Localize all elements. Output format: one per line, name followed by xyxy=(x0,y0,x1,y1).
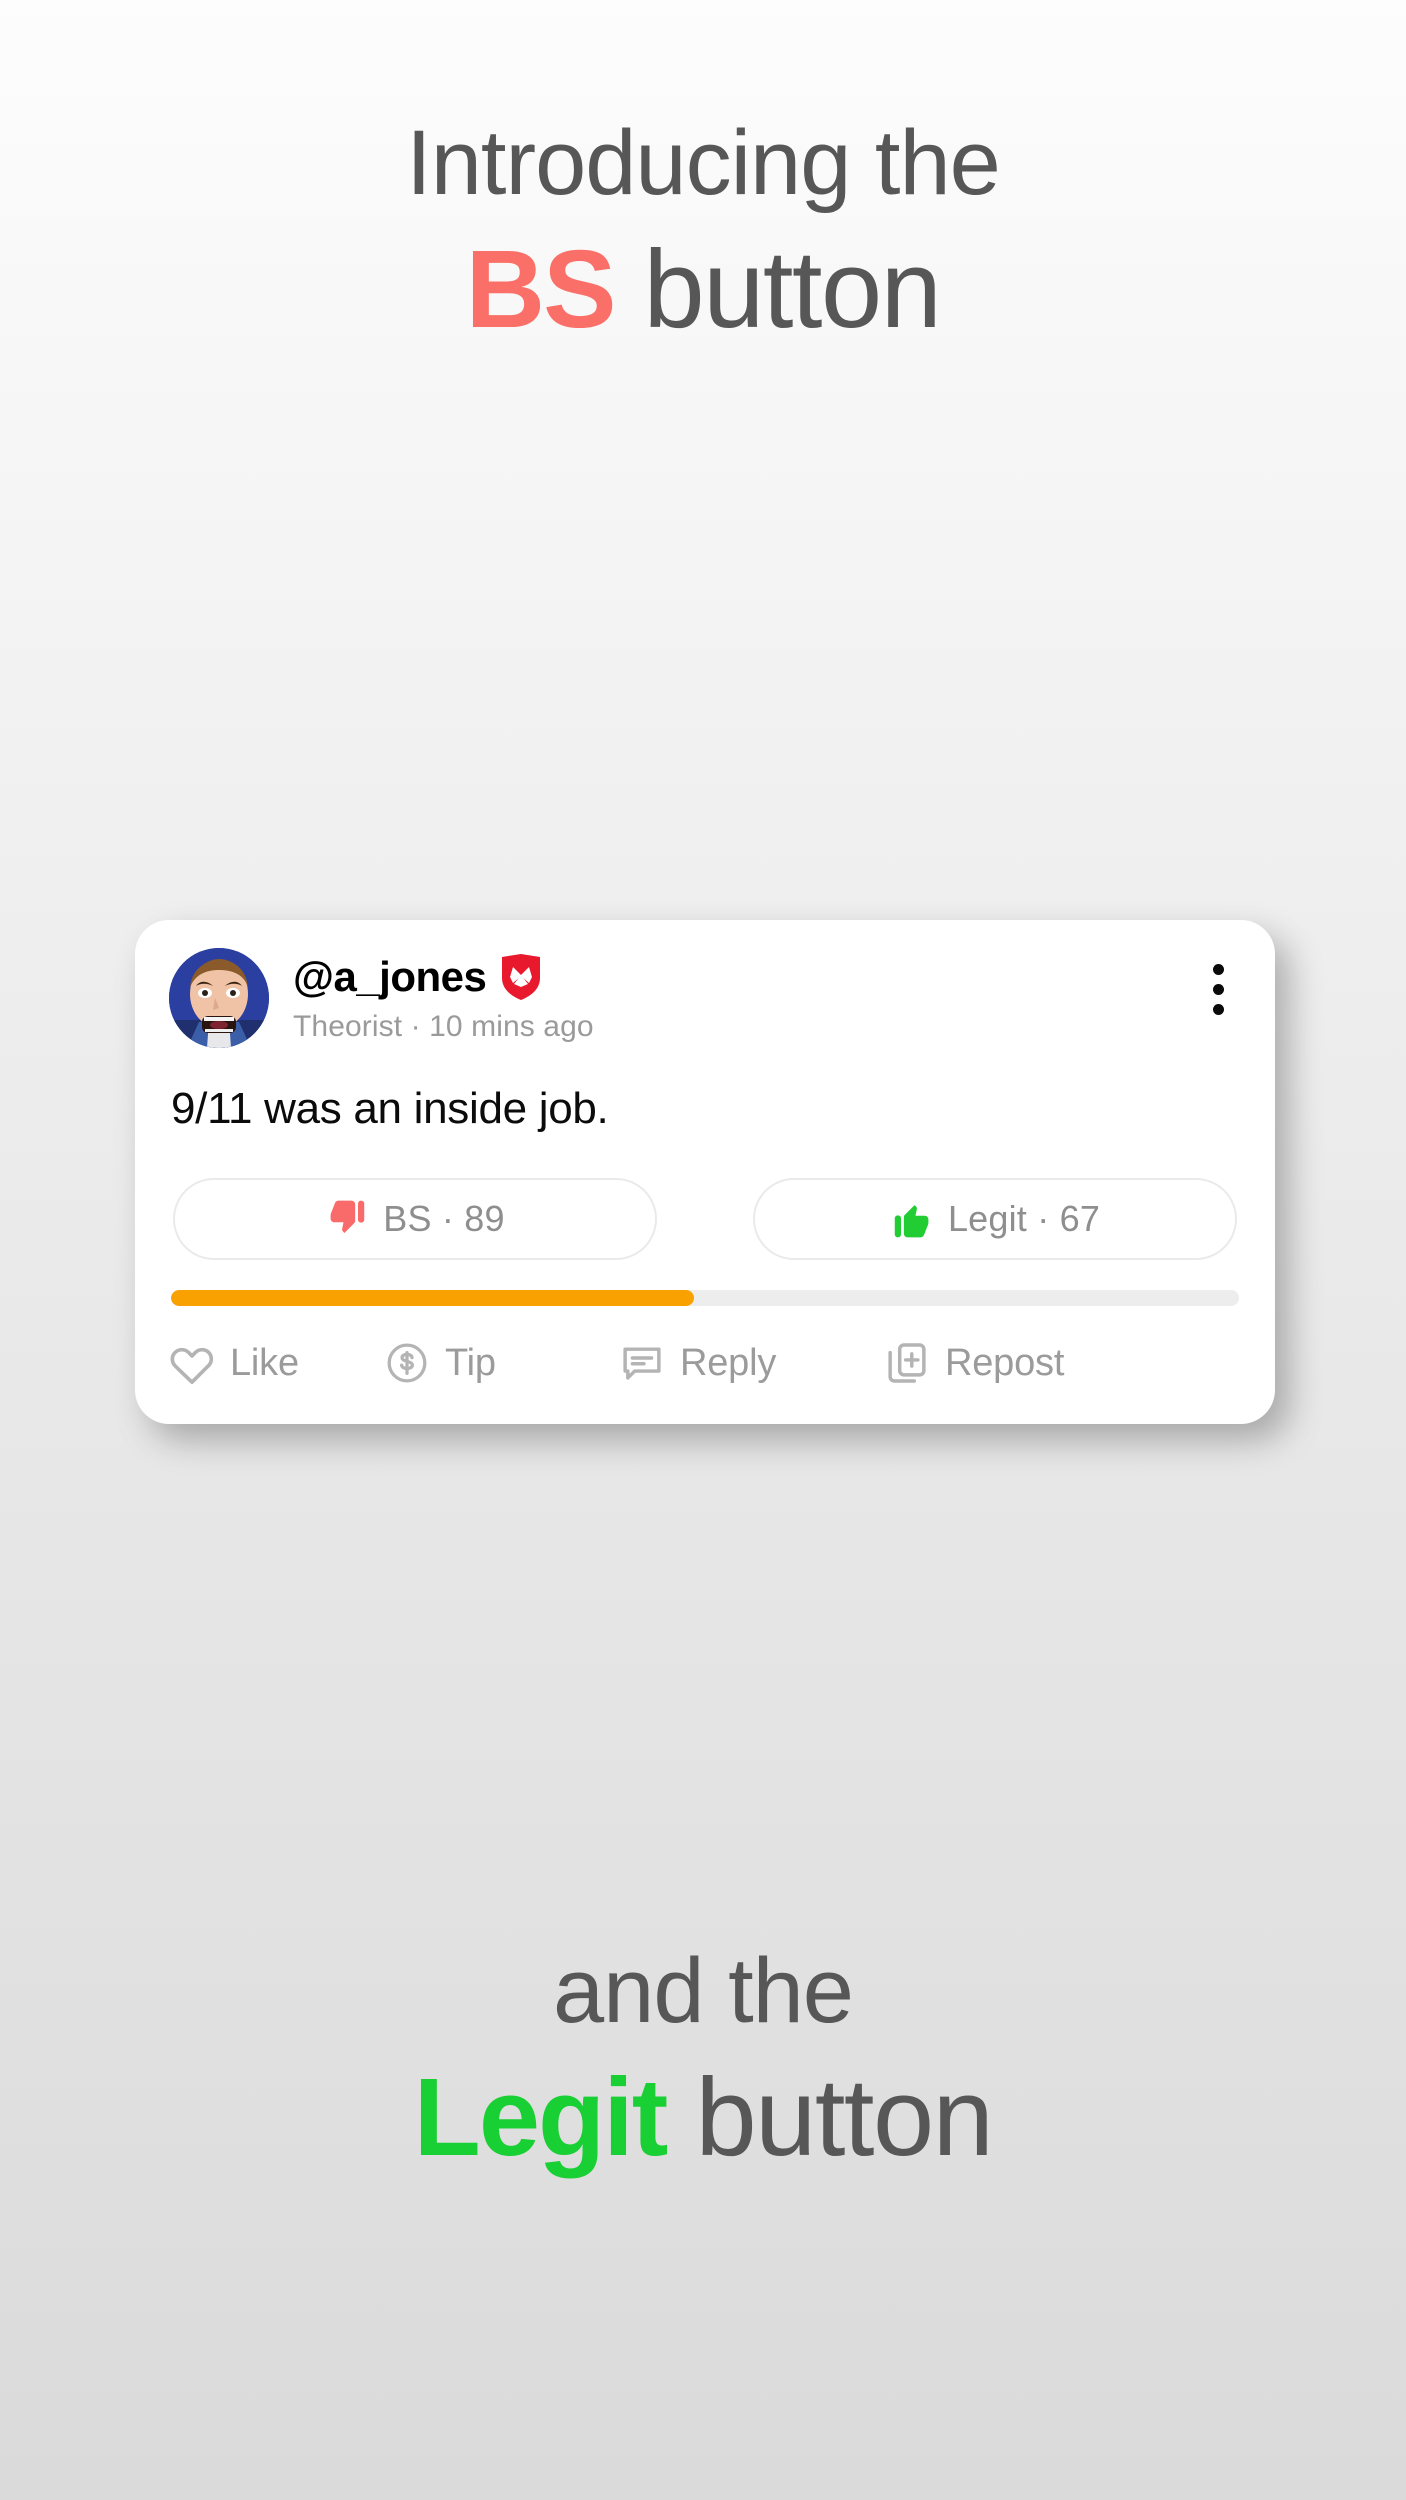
dot xyxy=(1212,964,1224,975)
heart-icon xyxy=(170,1347,214,1384)
post-card[interactable]: @a_jones Theorist · 10 mins ago 9/11 was… xyxy=(135,920,1275,1424)
headline-bottom-accent: Legit xyxy=(413,2056,669,2180)
handle-row: @a_jones xyxy=(293,954,1241,1000)
dollar-circle-icon xyxy=(387,1343,427,1383)
promo-screen: Introducing the BS button @a_jones Theor… xyxy=(0,0,1406,2500)
thumbs-down-icon xyxy=(330,1200,365,1233)
reply-button[interactable]: Reply xyxy=(619,1340,884,1386)
author-meta: Theorist · 10 mins ago xyxy=(293,1010,594,1043)
headline-bottom-line1: and the xyxy=(553,1940,854,2042)
headline-bottom-line2: Legit button xyxy=(0,2053,1406,2183)
vertical-dots-icon[interactable] xyxy=(1201,964,1235,1015)
dot xyxy=(1212,984,1224,995)
dot xyxy=(1212,1004,1224,1015)
headline-top-line2: BS button xyxy=(0,225,1406,355)
bs-button-label: BS · 89 xyxy=(383,1198,505,1239)
headline-top-rest: button xyxy=(614,228,942,352)
legit-button[interactable]: Legit · 67 xyxy=(753,1178,1237,1260)
avatar[interactable] xyxy=(169,948,269,1048)
progress-fill xyxy=(171,1290,695,1306)
progress-track xyxy=(171,1290,1239,1306)
vote-ratio-progress xyxy=(135,1260,1275,1306)
legit-button-label: Legit · 67 xyxy=(947,1198,1101,1239)
headline-bottom: and the Legit button xyxy=(0,1940,1406,2183)
like-button[interactable]: Like xyxy=(169,1340,384,1386)
tip-button[interactable]: Tip xyxy=(384,1340,619,1386)
avatar-image xyxy=(169,948,269,1048)
post-header: @a_jones Theorist · 10 mins ago xyxy=(135,920,1275,1048)
headline-top-accent: BS xyxy=(465,228,617,352)
post-action-bar: Like Tip Reply Repost xyxy=(135,1306,1275,1424)
post-text: 9/11 was an inside job. xyxy=(171,1084,609,1133)
tip-label: Tip xyxy=(445,1341,496,1384)
author-handle[interactable]: @a_jones xyxy=(293,954,487,999)
headline-bottom-rest: button xyxy=(666,2056,993,2180)
like-label: Like xyxy=(230,1341,299,1384)
thumbs-up-icon xyxy=(894,1205,929,1238)
reply-label: Reply xyxy=(680,1341,777,1384)
post-card-wrapper: @a_jones Theorist · 10 mins ago 9/11 was… xyxy=(135,920,1275,1424)
post-author-block: @a_jones Theorist · 10 mins ago xyxy=(293,948,1241,1044)
red-shield-maltese-cross-icon xyxy=(502,954,541,1000)
headline-top: Introducing the BS button xyxy=(0,112,1406,355)
bs-button[interactable]: BS · 89 xyxy=(173,1178,657,1260)
repost-pages-plus-icon xyxy=(888,1343,926,1383)
headline-top-line1: Introducing the xyxy=(406,112,1001,214)
speech-bubble-icon xyxy=(623,1347,661,1380)
vote-row: BS · 89 Legit · 67 xyxy=(135,1134,1275,1260)
repost-label: Repost xyxy=(945,1341,1065,1384)
repost-button[interactable]: Repost xyxy=(884,1340,1241,1386)
